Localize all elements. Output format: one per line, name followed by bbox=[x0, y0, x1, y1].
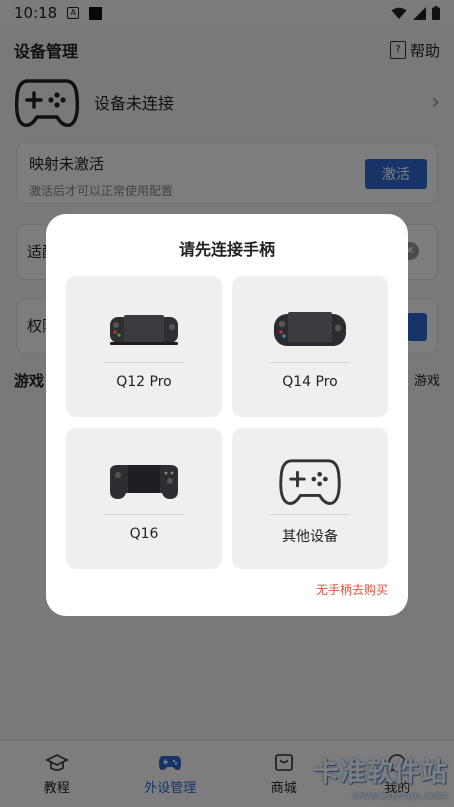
device-label-other: 其他设备 bbox=[282, 529, 338, 545]
device-tile-q14pro[interactable]: Q14 Pro bbox=[232, 276, 388, 417]
other-device-gamepad-icon bbox=[232, 450, 388, 512]
controller-q16-image bbox=[66, 450, 222, 512]
device-label-q12pro: Q12 Pro bbox=[116, 374, 172, 390]
buy-controller-link[interactable]: 无手柄去购买 bbox=[316, 581, 388, 598]
controller-q12pro-image bbox=[66, 298, 222, 360]
dialog-title: 请先连接手柄 bbox=[178, 240, 275, 259]
connect-controller-dialog: 请先连接手柄 Q12 Pro Q14 Pro Q16 其他设备 无手柄去购买 bbox=[46, 214, 408, 616]
device-tile-q16[interactable]: Q16 bbox=[66, 428, 222, 569]
device-label-q14pro: Q14 Pro bbox=[282, 374, 338, 390]
device-tile-q12pro[interactable]: Q12 Pro bbox=[66, 276, 222, 417]
controller-q14pro-image bbox=[232, 298, 388, 360]
device-tile-other[interactable]: 其他设备 bbox=[232, 428, 388, 569]
device-label-q16: Q16 bbox=[129, 526, 159, 542]
